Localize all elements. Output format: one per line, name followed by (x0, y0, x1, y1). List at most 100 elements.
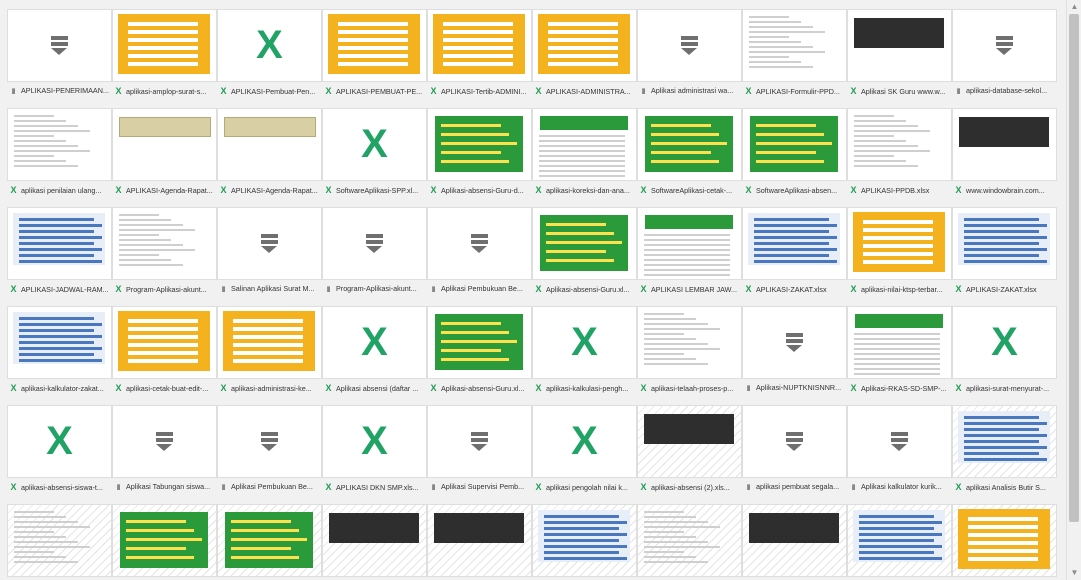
file-thumbnail[interactable] (217, 108, 322, 181)
file-thumbnail[interactable] (637, 405, 742, 478)
file-thumbnail[interactable] (637, 207, 742, 280)
file-name[interactable]: X SoftwareAplikasi-cetak-... (639, 183, 740, 197)
file-tile[interactable] (322, 504, 427, 580)
file-thumbnail[interactable] (112, 9, 217, 82)
file-tile[interactable]: X Xaplikasi-kalkulasi-pengh... (532, 306, 637, 405)
file-thumbnail[interactable] (952, 504, 1057, 577)
file-thumbnail[interactable]: X (217, 9, 322, 82)
file-name[interactable]: X APLIKASI-PPDB.xlsx (849, 183, 950, 197)
file-thumbnail[interactable] (112, 504, 217, 577)
file-tile[interactable]: X Program-Aplikasi-akunt... (112, 207, 217, 306)
file-tile[interactable]: Xaplikasi-absensi (2).xls... (637, 405, 742, 504)
file-thumbnail[interactable] (7, 504, 112, 577)
file-name[interactable]: X Aplikasi-absensi-Guru.xl... (534, 282, 635, 296)
file-tile[interactable]: X SoftwareAplikasi-cetak-... (637, 108, 742, 207)
file-thumbnail[interactable] (847, 504, 952, 577)
file-thumbnail[interactable] (847, 108, 952, 181)
file-name[interactable]: X Program-Aplikasi-akunt... (114, 282, 215, 296)
file-thumbnail[interactable] (952, 108, 1057, 181)
file-tile[interactable]: X APLIKASI-PPDB.xlsx (847, 108, 952, 207)
file-tile[interactable]: Xwww.windowbrain.com... (952, 108, 1057, 207)
file-tile[interactable]: Xaplikasi-telaah-proses-p... (637, 306, 742, 405)
file-tile[interactable] (7, 504, 112, 580)
file-thumbnail[interactable] (952, 9, 1057, 82)
file-tile[interactable]: X Xaplikasi-surat-menyurat-... (952, 306, 1057, 405)
file-thumbnail[interactable] (112, 405, 217, 478)
file-name[interactable]: X APLIKASI-Agenda-Rapat... (114, 183, 215, 197)
file-tile[interactable]: X Aplikasi-absensi-Guru.xl... (427, 306, 532, 405)
file-tile[interactable]: X X Aplikasi absensi (daftar ... (322, 306, 427, 405)
file-thumbnail[interactable] (112, 108, 217, 181)
file-name[interactable]: X APLIKASI LEMBAR JAW... (639, 282, 740, 296)
file-thumbnail[interactable] (7, 108, 112, 181)
file-name[interactable]: X APLIKASI-Pembuat-Pen... (219, 84, 320, 98)
file-tile[interactable]: X Aplikasi SK Guru www.w... (847, 9, 952, 108)
file-name[interactable]: ▮ Program-Aplikasi-akunt... (324, 282, 425, 296)
file-thumbnail[interactable] (532, 9, 637, 82)
file-name[interactable]: ▮ aplikasi-database-sekol... (954, 84, 1055, 98)
file-thumbnail[interactable]: X (322, 405, 427, 478)
file-thumbnail[interactable] (427, 504, 532, 577)
file-tile[interactable]: X Aplikasi-absensi-Guru-d... (427, 108, 532, 207)
file-name[interactable]: X Aplikasi-RKAS-SD-SMP-... (849, 381, 950, 395)
file-tile[interactable]: X X SoftwareAplikasi-SPP.xl... (322, 108, 427, 207)
file-thumbnail[interactable] (322, 9, 427, 82)
file-thumbnail[interactable] (742, 108, 847, 181)
file-name[interactable]: Xaplikasi-absensi (2).xls... (639, 480, 740, 494)
file-name[interactable]: X Aplikasi-absensi-Guru-d... (429, 183, 530, 197)
file-tile[interactable]: ▮ Aplikasi kalkulator kurik... (847, 405, 952, 504)
file-name[interactable]: ▮ Aplikasi administrasi wa... (639, 84, 740, 98)
file-thumbnail[interactable] (952, 207, 1057, 280)
file-name[interactable]: ▮ Aplikasi Supervisi Pemb... (429, 480, 530, 494)
file-tile[interactable]: ▮ aplikasi-database-sekol... (952, 9, 1057, 108)
file-tile[interactable] (427, 504, 532, 580)
file-thumbnail[interactable] (427, 108, 532, 181)
file-tile[interactable]: X X APLIKASI DKN SMP.xls... (322, 405, 427, 504)
file-tile[interactable]: Xaplikasi-nilai-ktsp-terbar... (847, 207, 952, 306)
file-tile[interactable]: Xaplikasi-kalkulator-zakat... (7, 306, 112, 405)
file-tile[interactable]: ▮ Aplikasi administrasi wa... (637, 9, 742, 108)
file-thumbnail[interactable] (637, 306, 742, 379)
file-thumbnail[interactable] (217, 306, 322, 379)
file-thumbnail[interactable] (112, 306, 217, 379)
file-tile[interactable] (742, 504, 847, 580)
file-tile[interactable]: X X APLIKASI-Pembuat-Pen... (217, 9, 322, 108)
file-tile[interactable]: X APLIKASI-ZAKAT.xlsx (952, 207, 1057, 306)
file-name[interactable]: Xaplikasi pengolah nilai k... (534, 480, 635, 494)
file-tile[interactable]: X APLIKASI-Formulir-PPD... (742, 9, 847, 108)
file-thumbnail[interactable] (742, 405, 847, 478)
file-tile[interactable]: ▮ Program-Aplikasi-akunt... (322, 207, 427, 306)
scroll-up-arrow-icon[interactable]: ▲ (1067, 0, 1081, 14)
file-tile[interactable]: ▮ Aplikasi Pembukuan Be... (217, 405, 322, 504)
file-tile[interactable] (217, 504, 322, 580)
file-thumbnail[interactable] (217, 405, 322, 478)
file-tile[interactable]: ▮ Aplikasi Pembukuan Be... (427, 207, 532, 306)
file-tile[interactable]: Xaplikasi-administrasi-ke... (217, 306, 322, 405)
file-name[interactable]: Xaplikasi-kalkulasi-pengh... (534, 381, 635, 395)
file-tile[interactable] (532, 504, 637, 580)
file-name[interactable]: ▮ Aplikasi Pembukuan Be... (429, 282, 530, 296)
file-tile[interactable]: X APLIKASI-JADWAL-RAM... (7, 207, 112, 306)
file-tile[interactable] (847, 504, 952, 580)
file-name[interactable]: Xaplikasi-nilai-ktsp-terbar... (849, 282, 950, 296)
file-name[interactable]: Xaplikasi-koreksi-dan-ana... (534, 183, 635, 197)
file-name[interactable]: Xaplikasi-kalkulator-zakat... (9, 381, 110, 395)
file-tile[interactable]: X APLIKASI-ZAKAT.xlsx (742, 207, 847, 306)
file-name[interactable]: X APLIKASI-ADMINISTRA... (534, 84, 635, 98)
file-tile[interactable]: Xaplikasi Analisis Butir S... (952, 405, 1057, 504)
file-thumbnail[interactable] (112, 207, 217, 280)
file-tile[interactable]: Xaplikasi-koreksi-dan-ana... (532, 108, 637, 207)
file-name[interactable]: Xaplikasi Analisis Butir S... (954, 480, 1055, 494)
file-name[interactable]: Xaplikasi-absensi-siswa-t... (9, 480, 110, 494)
file-thumbnail[interactable] (637, 108, 742, 181)
file-thumbnail[interactable]: X (532, 306, 637, 379)
file-thumbnail[interactable] (322, 504, 427, 577)
file-thumbnail[interactable] (217, 504, 322, 577)
file-thumbnail[interactable]: X (322, 108, 427, 181)
file-name[interactable]: X APLIKASI-PEMBUAT-PE... (324, 84, 425, 98)
file-name[interactable]: X APLIKASI-Tertib-ADMINI... (429, 84, 530, 98)
vertical-scrollbar[interactable]: ▲ ▼ (1066, 0, 1081, 580)
file-thumbnail[interactable] (532, 108, 637, 181)
file-name[interactable]: X APLIKASI DKN SMP.xls... (324, 480, 425, 494)
file-thumbnail[interactable] (532, 207, 637, 280)
